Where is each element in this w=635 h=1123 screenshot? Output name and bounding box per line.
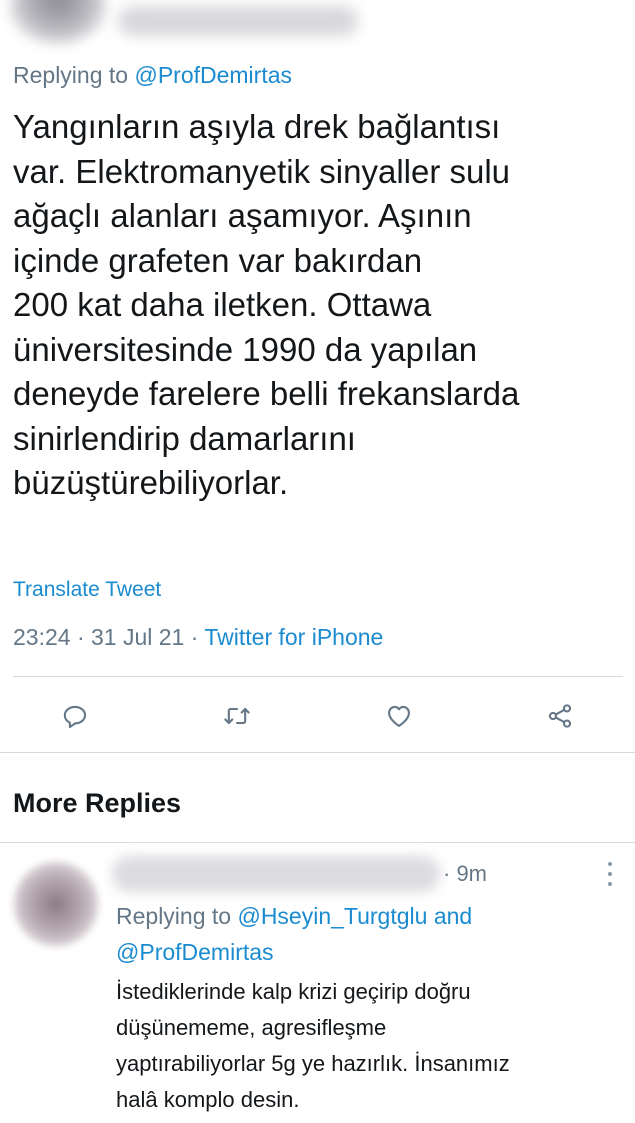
author-name-redacted[interactable] <box>118 6 358 36</box>
tweet-text-line: Yangınların aşıyla drek bağlantısı <box>13 108 501 145</box>
divider <box>0 752 635 753</box>
share-button[interactable] <box>544 700 576 732</box>
tweet-text-line: deneyde farelere belli frekanslarda <box>13 375 520 412</box>
reply-text-line: yaptırabiliyorlar 5g ye hazırlık. İnsanı… <box>116 1051 510 1076</box>
retweet-button[interactable] <box>221 700 253 732</box>
translate-tweet-link[interactable]: Translate Tweet <box>13 578 161 602</box>
reply-text: İstediklerinde kalp krizi geçirip doğru … <box>116 974 626 1118</box>
reply-text-line: İstediklerinde kalp krizi geçirip doğru <box>116 979 471 1004</box>
reply-timestamp: · 9m <box>443 861 487 886</box>
tweet-text-line: 200 kat daha iletken. Ottawa <box>13 286 432 323</box>
share-icon <box>548 704 572 728</box>
reply-replying-to: Replying to @Hseyin_Turgtglu and @ProfDe… <box>116 898 626 970</box>
replying-to-prefix: Replying to <box>13 62 129 88</box>
reply-avatar[interactable] <box>14 862 98 946</box>
more-replies-heading: More Replies <box>13 788 182 818</box>
reply-icon <box>63 705 87 729</box>
reply-handle-2[interactable]: @ProfDemirtas <box>116 939 274 965</box>
more-options-icon[interactable] <box>604 862 616 886</box>
divider <box>0 842 635 843</box>
tweet-text-line: sinirlendirip damarlarını <box>13 419 356 457</box>
tweet-text-line: üniversitesinde 1990 da yapılan <box>13 330 478 368</box>
tweet-source-link[interactable]: Twitter for iPhone <box>204 624 383 650</box>
reply-handle-1[interactable]: @Hseyin_Turgtglu <box>237 903 427 929</box>
tweet-meta: 23:24 · 31 Jul 21 · Twitter for iPhone <box>13 624 383 651</box>
author-avatar[interactable] <box>10 0 106 44</box>
tweet-text-line: ağaçlı alanları aşamıyor. Aşının <box>13 197 472 234</box>
like-button[interactable] <box>383 700 415 732</box>
retweet-icon <box>224 707 250 725</box>
tweet-timestamp: 23:24 · 31 Jul 21 · <box>13 624 205 650</box>
reply-author-name-redacted[interactable] <box>112 856 440 892</box>
reply-text-line: halâ komplo desin. <box>116 1087 300 1112</box>
replying-to-line: Replying to @ProfDemirtas <box>13 62 292 89</box>
reply-button[interactable] <box>59 700 91 732</box>
tweet-text-line: var. Elektromanyetik sinyaller sulu <box>13 152 511 190</box>
reply-replying-prefix: Replying to <box>116 903 232 929</box>
reply-conjunction: and <box>433 903 473 929</box>
tweet-text-line: büzüştürebiliyorlar. <box>13 464 289 501</box>
like-icon <box>388 705 410 727</box>
replying-to-handle[interactable]: @ProfDemirtas <box>134 62 292 88</box>
reply-text-line: düşünememe, agresifleşme <box>116 1015 387 1040</box>
tweet-text-line: içinde grafeten var bakırdan <box>13 241 423 279</box>
divider <box>13 676 623 677</box>
tweet-text: Yangınların aşıyla drek bağlantısı var. … <box>13 105 625 506</box>
